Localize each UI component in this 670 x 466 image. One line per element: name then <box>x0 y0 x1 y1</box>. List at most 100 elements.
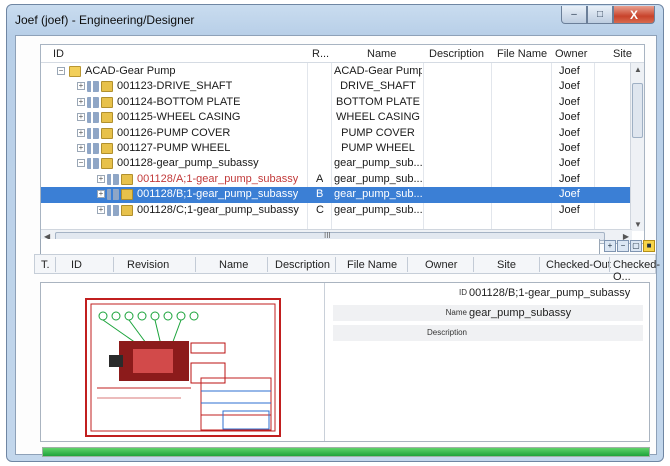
expand-icon[interactable]: + <box>77 82 85 91</box>
scroll-down-icon[interactable]: ▼ <box>634 220 642 229</box>
row-id: ACAD-Gear Pump <box>85 65 176 77</box>
row-name: ACAD-Gear Pump <box>334 65 422 77</box>
col-checked-out[interactable]: Checked-Out <box>546 259 611 271</box>
col-revision[interactable]: Revision <box>127 259 169 271</box>
tree-row[interactable]: +001128/B;1-gear_pump_subassy Bgear_pump_… <box>41 187 631 203</box>
col-file-name[interactable]: File Name <box>497 48 547 60</box>
col-id[interactable]: ID <box>53 48 64 60</box>
results-column-header: T. ID Revision Name Description File Nam… <box>34 254 660 283</box>
row-name: gear_pump_sub... <box>334 203 422 216</box>
row-owner: Joef <box>559 95 580 108</box>
filter-input[interactable] <box>40 239 600 255</box>
expand-icon[interactable]: + <box>77 97 85 106</box>
revision-icon <box>121 189 133 201</box>
col-file-name[interactable]: File Name <box>347 259 397 271</box>
preview-panel: ID 001128/B;1-gear_pump_subassy Name gea… <box>40 282 650 442</box>
tree-header: ID R... Name Description File Name Owner… <box>41 45 644 63</box>
tree-row[interactable]: +001123-DRIVE_SHAFT DRIVE_SHAFT Joef <box>41 79 631 94</box>
minimize-button[interactable]: ‒ <box>561 6 587 24</box>
maximize-button[interactable]: □ <box>587 6 613 24</box>
window-title: Joef (joef) - Engineering/Designer <box>15 13 195 27</box>
column-separator <box>473 257 474 272</box>
tree-row[interactable]: +001128/C;1-gear_pump_subassy Cgear_pump_… <box>41 203 631 218</box>
expand-icon[interactable]: + <box>97 174 105 183</box>
row-id: 001125-WHEEL CASING <box>117 111 241 124</box>
tree-row[interactable]: +001126-PUMP COVER PUMP COVER Joef <box>41 126 631 141</box>
flag-icon[interactable]: ■ <box>643 240 655 252</box>
title-bar[interactable]: Joef (joef) - Engineering/Designer ‒ □ X <box>7 5 663 33</box>
folder-icon <box>69 66 81 77</box>
item-icon <box>101 81 113 93</box>
close-button[interactable]: X <box>613 6 655 24</box>
col-id[interactable]: ID <box>71 259 82 271</box>
prop-label: Name <box>445 308 467 317</box>
item-icon <box>101 112 113 124</box>
row-name: PUMP WHEEL <box>341 142 415 154</box>
properties-panel: ID 001128/B;1-gear_pump_subassy Name gea… <box>324 283 649 441</box>
row-name: PUMP COVER <box>341 126 415 139</box>
stack-icon <box>107 189 119 201</box>
col-owner[interactable]: Owner <box>555 48 587 60</box>
row-id: 001128/C;1-gear_pump_subassy <box>137 203 299 216</box>
collapse-icon[interactable]: − <box>77 159 85 168</box>
row-id: 001128-gear_pump_subassy <box>117 157 259 170</box>
tree-row[interactable]: − 001128-gear_pump_subassy gear_pump_sub..… <box>41 156 631 171</box>
column-separator <box>335 257 336 272</box>
tree-row[interactable]: +001127-PUMP WHEEL PUMP WHEEL Joef <box>41 141 631 156</box>
row-owner: Joef <box>559 203 580 216</box>
drawing-thumbnail <box>41 283 324 441</box>
client-area: ID R... Name Description File Name Owner… <box>15 35 660 457</box>
row-revision: C <box>316 203 324 216</box>
tree-row[interactable]: +001125-WHEEL CASING WHEEL CASING Joef <box>41 110 631 125</box>
expand-icon[interactable]: + <box>77 144 85 152</box>
progress-bar <box>42 447 650 457</box>
view-tools: + − ▢ ■ <box>604 240 655 252</box>
row-name: gear_pump_sub... <box>334 172 422 185</box>
col-name[interactable]: Name <box>219 259 248 271</box>
row-revision: B <box>316 188 324 201</box>
expand-icon[interactable]: + <box>77 113 85 122</box>
zoom-out-icon[interactable]: − <box>617 240 629 252</box>
col-description[interactable]: Description <box>429 48 484 60</box>
expand-icon[interactable]: + <box>97 205 105 214</box>
expand-icon[interactable]: + <box>97 190 105 199</box>
row-name: WHEEL CASING <box>336 111 420 124</box>
prop-value: 001128/B;1-gear_pump_subassy <box>469 287 631 299</box>
row-id: 001128/A;1-gear_pump_subassy <box>137 172 299 185</box>
row-name: BOTTOM PLATE <box>336 95 420 108</box>
column-separator <box>407 257 408 272</box>
row-name: gear_pump_sub... <box>334 157 422 170</box>
col-checked-out-2[interactable]: Checked-O... <box>613 259 660 283</box>
collapse-icon[interactable]: − <box>57 67 65 75</box>
col-owner[interactable]: Owner <box>425 259 457 271</box>
col-type[interactable]: T. <box>41 259 50 271</box>
col-description[interactable]: Description <box>275 259 330 271</box>
prop-row-name: Name gear_pump_subassy <box>333 305 643 321</box>
tree-row[interactable]: − ACAD-Gear Pump ACAD-Gear Pump Joef <box>41 64 631 79</box>
stack-icon <box>107 204 119 216</box>
tree-row[interactable]: +001124-BOTTOM PLATE BOTTOM PLATE Joef <box>41 95 631 110</box>
col-site[interactable]: Site <box>613 48 632 60</box>
fit-view-icon[interactable]: ▢ <box>630 240 642 252</box>
item-icon <box>101 127 113 139</box>
prop-row-description: Description <box>333 325 643 341</box>
row-revision: A <box>316 172 324 185</box>
col-name[interactable]: Name <box>367 48 396 60</box>
col-revision[interactable]: R... <box>312 48 329 60</box>
prop-row-id: ID 001128/B;1-gear_pump_subassy <box>333 285 643 301</box>
zoom-in-icon[interactable]: + <box>604 240 616 252</box>
app-window: Joef (joef) - Engineering/Designer ‒ □ X… <box>6 4 664 462</box>
scroll-thumb[interactable] <box>632 83 643 138</box>
scroll-up-icon[interactable]: ▲ <box>634 65 642 74</box>
row-owner: Joef <box>559 172 580 185</box>
row-id: 001123-DRIVE_SHAFT <box>117 80 233 93</box>
col-site[interactable]: Site <box>497 259 516 271</box>
item-tree-table[interactable]: ID R... Name Description File Name Owner… <box>40 44 645 244</box>
tree-row[interactable]: +001128/A;1-gear_pump_subassy Agear_pump_… <box>41 172 631 187</box>
row-name: gear_pump_sub... <box>334 188 422 201</box>
row-owner: Joef <box>559 126 580 139</box>
stack-icon <box>87 143 99 154</box>
expand-icon[interactable]: + <box>77 128 85 137</box>
tree-vertical-scrollbar[interactable]: ▲ ▼ <box>630 63 644 231</box>
prop-label: Description <box>426 328 467 337</box>
